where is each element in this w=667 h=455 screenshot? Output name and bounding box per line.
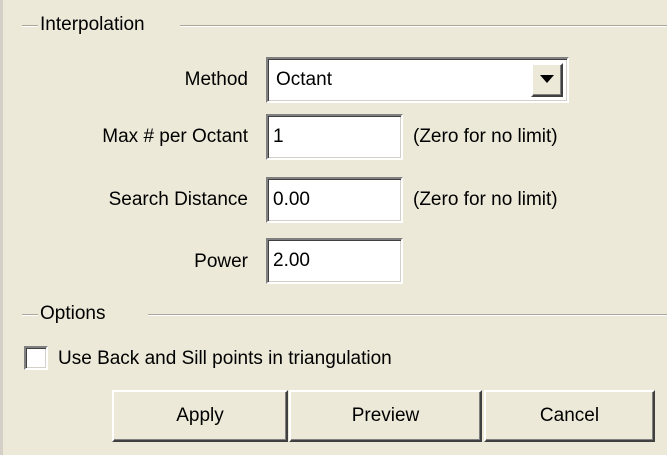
max-per-octant-input[interactable]: 1 bbox=[266, 114, 403, 160]
group-line-right bbox=[180, 25, 667, 27]
search-distance-input[interactable]: 0.00 bbox=[266, 177, 403, 223]
chevron-down-icon bbox=[540, 75, 554, 83]
max-per-octant-label: Max # per Octant bbox=[102, 126, 248, 147]
interpolation-group-title: Interpolation bbox=[38, 14, 147, 36]
search-distance-hint: (Zero for no limit) bbox=[413, 189, 558, 210]
apply-button[interactable]: Apply bbox=[112, 390, 288, 442]
method-label: Method bbox=[184, 69, 248, 90]
group-line-left bbox=[22, 25, 38, 27]
use-back-sill-checkbox[interactable] bbox=[24, 346, 48, 370]
search-distance-label: Search Distance bbox=[108, 189, 248, 210]
method-dropdown-button[interactable] bbox=[531, 63, 563, 97]
options-line-left bbox=[22, 314, 38, 316]
cancel-button[interactable]: Cancel bbox=[484, 390, 655, 442]
power-input[interactable]: 2.00 bbox=[266, 238, 403, 284]
interpolation-options-panel: Interpolation Method Octant Max # per Oc… bbox=[0, 0, 667, 455]
power-label: Power bbox=[194, 251, 248, 272]
method-select-value: Octant bbox=[276, 69, 332, 90]
preview-button[interactable]: Preview bbox=[289, 390, 482, 442]
use-back-sill-label[interactable]: Use Back and Sill points in triangulatio… bbox=[58, 346, 392, 372]
panel-left-edge bbox=[0, 0, 3, 455]
options-line-right bbox=[148, 314, 667, 316]
options-group-title: Options bbox=[38, 303, 108, 325]
method-select[interactable]: Octant bbox=[266, 57, 569, 103]
max-per-octant-hint: (Zero for no limit) bbox=[413, 126, 558, 147]
